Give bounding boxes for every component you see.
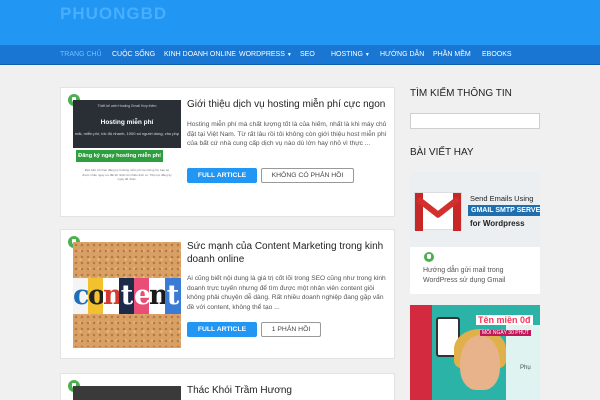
thumb-letter: t xyxy=(119,278,135,314)
nav-label: Ebooks xyxy=(482,51,512,58)
article-caption[interactable]: Hướng dẫn gửi mail trong WordPress sử dụ… xyxy=(423,266,535,286)
post-card: c o n t e n t Sức mạnh của Content Marke… xyxy=(60,229,395,359)
post-title[interactable]: Thác Khói Trầm Hương xyxy=(187,384,387,397)
post-excerpt: Hosting miễn phí mà chất lượng tốt là củ… xyxy=(187,121,387,147)
image-text: MỖI NGÀY 30 PHÚT xyxy=(480,330,531,336)
post-title[interactable]: Sức mạnh của Content Marketing trong kin… xyxy=(187,240,387,266)
thumb-letter: o xyxy=(88,278,106,314)
nav-label: Kinh doanh online xyxy=(164,51,236,58)
sidebar-article[interactable]: Send Emails Using GMAIL SMTP SERVE for W… xyxy=(410,172,540,294)
caret-down-icon: ▼ xyxy=(364,52,370,58)
image-text: for Wordpress xyxy=(470,219,525,228)
post-card: Thiết kế web Hosting Email Hợp thêm Host… xyxy=(60,87,395,217)
nav-label: Hosting xyxy=(331,51,363,58)
site-logo[interactable]: PHUONGBD xyxy=(60,4,167,24)
nav-label: Trang chủ xyxy=(60,51,102,58)
image-text: GMAIL SMTP SERVE xyxy=(468,205,540,216)
post-title[interactable]: Giới thiệu dịch vụ hosting miễn phí cực … xyxy=(187,98,387,111)
nav-item-seo[interactable]: SEO xyxy=(300,45,315,65)
site-header: PHUONGBD xyxy=(0,0,600,45)
image-text: Tên miền 0đ xyxy=(476,315,533,325)
main-nav: Trang chủ Cuộc sống Kinh doanh online Wo… xyxy=(0,45,600,65)
thumb-letter: n xyxy=(103,278,123,314)
nav-label: SEO xyxy=(300,51,315,58)
nav-item-ebooks[interactable]: Ebooks xyxy=(482,45,512,65)
nav-item-guides[interactable]: Hướng dẫn xyxy=(380,45,424,65)
thumb-top-links: Thiết kế web Hosting Email Hợp thêm xyxy=(97,104,157,108)
nav-label: Phần mềm xyxy=(433,51,471,58)
thumb-letter: t xyxy=(165,278,181,314)
thumb-letter: n xyxy=(149,278,169,314)
nav-item-home[interactable]: Trang chủ xyxy=(60,45,102,65)
article-image: Send Emails Using GMAIL SMTP SERVE for W… xyxy=(410,172,540,247)
nav-label: Cuộc sống xyxy=(112,51,156,58)
image-text: Phụ xyxy=(520,365,531,371)
thumb-headline: Hosting miễn phí xyxy=(100,119,154,126)
post-thumbnail[interactable]: c o n t e n t xyxy=(73,242,181,348)
thumb-letter: c xyxy=(73,278,89,314)
caret-down-icon: ▼ xyxy=(286,52,292,58)
post-excerpt: Ai cũng biết nội dung là giá trị cốt lõi… xyxy=(187,275,386,311)
nav-label: Hướng dẫn xyxy=(380,51,425,58)
search-heading: Tìm kiếm thông tin xyxy=(410,88,512,99)
full-article-button[interactable]: Full Article xyxy=(187,168,257,183)
person-image xyxy=(460,335,500,390)
gmail-envelope-icon xyxy=(414,192,462,231)
post-thumbnail[interactable] xyxy=(73,386,181,400)
nav-item-wordpress[interactable]: Wordpress ▼ xyxy=(239,45,292,65)
post-card: Thác Khói Trầm Hương xyxy=(60,373,395,400)
thumb-cta: Đăng ký ngay hosting miễn phí xyxy=(76,150,163,162)
thumb-letter: e xyxy=(134,278,151,314)
search-input[interactable] xyxy=(410,113,540,129)
articles-heading: Bài viết hay xyxy=(410,147,474,158)
article-image: Phụ Tên miền 0đ MỖI NGÀY 30 PHÚT xyxy=(410,305,540,400)
post-thumbnail[interactable]: Thiết kế web Hosting Email Hợp thêm Host… xyxy=(73,100,181,206)
thumb-fine-print: Đặc biệt, khi bạn đăng ký hosting miễn p… xyxy=(82,168,172,181)
thumb-letters: c o n t e n t xyxy=(73,278,181,314)
nav-item-business[interactable]: Kinh doanh online xyxy=(164,45,236,65)
nav-item-hosting[interactable]: Hosting ▼ xyxy=(331,45,370,65)
nav-item-life[interactable]: Cuộc sống xyxy=(112,45,155,65)
comments-button[interactable]: 1 phản hồi xyxy=(261,322,321,337)
sidebar-article[interactable]: Phụ Tên miền 0đ MỖI NGÀY 30 PHÚT xyxy=(410,305,540,400)
image-text: Send Emails Using xyxy=(470,194,534,203)
full-article-button[interactable]: Full Article xyxy=(187,322,257,337)
nav-label: Wordpress xyxy=(239,51,285,58)
pin-icon xyxy=(424,252,434,262)
nav-item-software[interactable]: Phần mềm xyxy=(433,45,471,65)
comments-button[interactable]: Không có phản hồi xyxy=(261,168,354,183)
thumb-subline: mãi, miễn phí, tốc độ nhanh, 1000 số ngư… xyxy=(74,131,180,136)
